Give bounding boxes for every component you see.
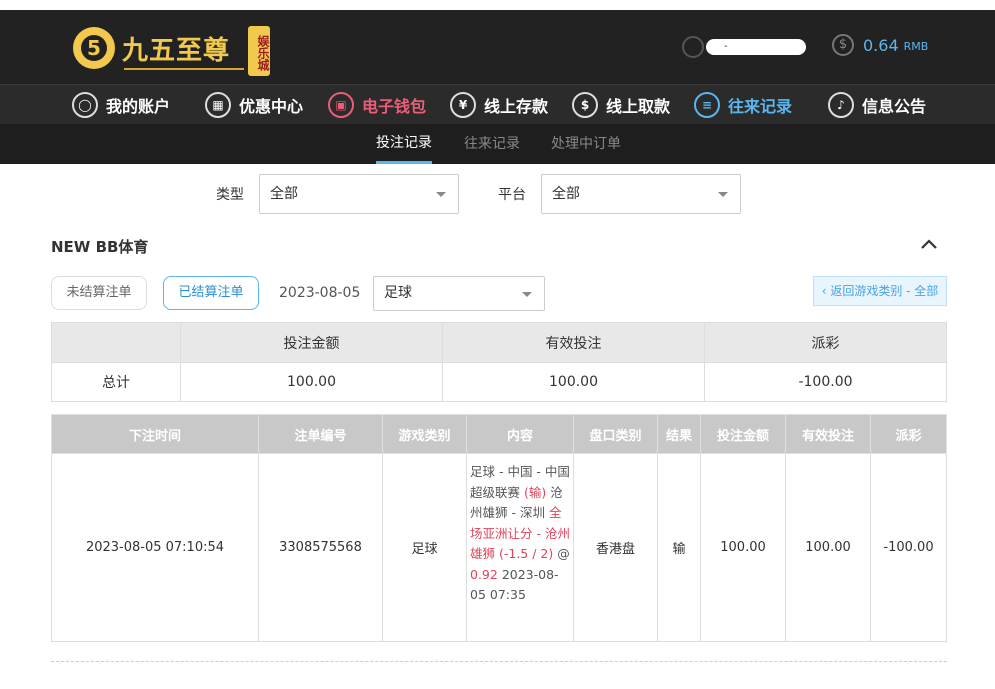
logo-badge: 娱乐城	[248, 26, 270, 76]
balance-display: $ 0.64 RMB	[832, 34, 928, 56]
tab-bet-records[interactable]: 投注记录	[376, 124, 432, 164]
content-odds: 0.92	[470, 566, 498, 582]
stake-amount: 100.00	[700, 453, 786, 642]
summary-table: 投注金额 有效投注 派彩 总计 100.00 100.00 -100.00	[51, 322, 947, 402]
platform-select-value: 全部	[552, 186, 580, 202]
nav-promotions[interactable]: ▦ 优惠中心	[205, 85, 303, 125]
valid-bet: 100.00	[785, 453, 871, 642]
bet-detail-table: 下注时间 注单编号 游戏类别 内容 盘口类别 结果 投注金额 有效投注 派彩 2…	[51, 414, 947, 642]
top-strip	[0, 0, 995, 10]
nav-label: 线上存款	[484, 97, 549, 116]
record-icon: ≡	[694, 92, 720, 118]
detail-header: 结果	[657, 414, 701, 454]
content-text: @	[553, 546, 570, 561]
nav-transaction-records[interactable]: ≡ 往来记录	[694, 85, 792, 125]
type-select-value: 全部	[270, 186, 298, 202]
tab-pending-orders[interactable]: 处理中订单	[551, 124, 621, 164]
nav-label: 我的账户	[106, 97, 171, 116]
nav-deposit[interactable]: ¥ 线上存款	[450, 85, 548, 125]
tab-transaction-records[interactable]: 往来记录	[464, 124, 520, 164]
logo-ornament	[124, 68, 244, 70]
nav-label: 优惠中心	[239, 97, 304, 116]
username: -	[706, 39, 806, 55]
sport-select[interactable]: 足球	[373, 276, 545, 311]
section-title: NEW BB体育	[51, 238, 149, 256]
detail-header: 投注金额	[700, 414, 786, 454]
bet-time: 2023-08-05 07:10:54	[51, 453, 259, 642]
nav-label: 往来记录	[728, 97, 793, 116]
back-to-game-category-button[interactable]: ‹ 返回游戏类别 - 全部	[813, 276, 947, 306]
detail-header: 注单编号	[258, 414, 383, 454]
nav-label: 线上取款	[606, 97, 671, 116]
detail-header: 游戏类别	[382, 414, 467, 454]
chevron-up-icon[interactable]	[920, 237, 938, 251]
platform-label: 平台	[498, 187, 526, 203]
chevron-down-icon	[436, 192, 446, 197]
chevron-down-icon	[522, 292, 532, 297]
summary-cell: 100.00	[180, 362, 443, 402]
bet-id: 3308575568	[258, 453, 383, 642]
balance-amount: 0.64	[863, 35, 899, 55]
bet-content: 足球 - 中国 - 中国超级联赛 (输) 沧州雄狮 - 深圳 全场亚洲让分 - …	[466, 453, 574, 642]
site-header: 5 九五至尊 娱乐城 - $ 0.64 RMB	[0, 10, 995, 84]
nav-e-wallet[interactable]: ▣ 电子钱包	[328, 85, 426, 125]
divider	[51, 661, 947, 662]
user-icon	[682, 36, 704, 58]
main-nav: ◯ 我的账户 ▦ 优惠中心 ▣ 电子钱包 ¥ 线上存款 $ 线上取款 ≡ 往来记录 ♪ 信息公…	[0, 84, 995, 124]
detail-header: 派彩	[870, 414, 947, 454]
account-info[interactable]: -	[682, 34, 806, 60]
withdraw-icon: $	[572, 92, 598, 118]
type-select[interactable]: 全部	[259, 174, 459, 214]
summary-header-row: 投注金额 有效投注 派彩	[51, 322, 947, 363]
nav-label: 电子钱包	[362, 97, 427, 116]
dollar-icon: $	[832, 34, 854, 56]
date-display[interactable]: 2023-08-05	[279, 285, 360, 301]
balance-currency: RMB	[903, 40, 929, 53]
summary-cell: 100.00	[442, 362, 705, 402]
detail-header: 有效投注	[785, 414, 871, 454]
game-category: 足球	[382, 453, 467, 642]
summary-header: 有效投注	[442, 322, 705, 363]
logo-text: 九五至尊	[122, 36, 231, 66]
summary-cell: 总计	[51, 362, 181, 402]
type-label: 类型	[216, 187, 244, 203]
platform-select[interactable]: 全部	[541, 174, 741, 214]
nav-announcements[interactable]: ♪ 信息公告	[828, 85, 926, 125]
bell-icon: ♪	[828, 92, 854, 118]
nav-my-account[interactable]: ◯ 我的账户	[72, 85, 170, 125]
payout: -100.00	[870, 453, 947, 642]
detail-header: 盘口类别	[573, 414, 658, 454]
user-icon: ◯	[72, 92, 98, 118]
summary-cell: -100.00	[704, 362, 947, 402]
sub-nav: 投注记录 往来记录 处理中订单	[0, 124, 995, 164]
unsettled-bets-button[interactable]: 未结算注单	[51, 276, 147, 310]
table-row: 2023-08-05 07:10:54 3308575568 足球 足球 - 中…	[51, 453, 947, 642]
settled-bets-button[interactable]: 已结算注单	[163, 276, 259, 310]
gift-icon: ▦	[205, 92, 231, 118]
content-result: (输)	[523, 484, 547, 500]
summary-header: 派彩	[704, 322, 947, 363]
sport-select-value: 足球	[384, 285, 412, 301]
detail-header: 内容	[466, 414, 574, 454]
site-logo[interactable]: 5 九五至尊 娱乐城	[70, 16, 270, 78]
svg-text:5: 5	[87, 36, 101, 60]
summary-total-row: 总计 100.00 100.00 -100.00	[51, 362, 947, 402]
market-type: 香港盘	[573, 453, 658, 642]
logo-emblem-icon: 5	[73, 27, 115, 69]
nav-withdraw[interactable]: $ 线上取款	[572, 85, 670, 125]
chevron-down-icon	[718, 192, 728, 197]
detail-header: 下注时间	[51, 414, 259, 454]
nav-label: 信息公告	[862, 97, 927, 116]
bet-result: 输	[657, 453, 701, 642]
wallet-icon: ▣	[328, 92, 354, 118]
summary-header: 投注金额	[180, 322, 443, 363]
detail-header-row: 下注时间 注单编号 游戏类别 内容 盘口类别 结果 投注金额 有效投注 派彩	[51, 414, 947, 454]
summary-header	[51, 322, 181, 363]
deposit-icon: ¥	[450, 92, 476, 118]
